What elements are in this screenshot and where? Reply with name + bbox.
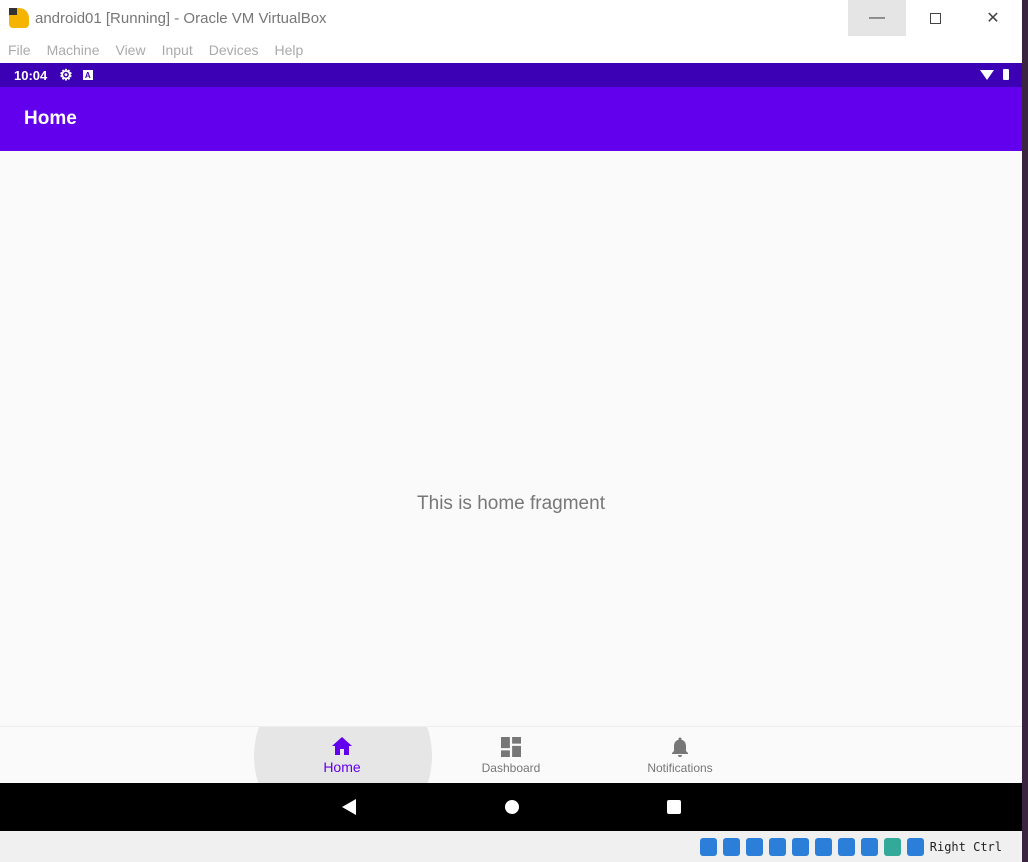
- app-bar-title: Home: [24, 108, 77, 129]
- network-icon[interactable]: [745, 837, 763, 856]
- minimize-button[interactable]: —: [848, 0, 906, 36]
- menu-machine[interactable]: Machine: [47, 42, 100, 58]
- cpu-icon[interactable]: [860, 837, 878, 856]
- bell-icon: [672, 737, 688, 757]
- home-fragment: This is home fragment: [0, 151, 1022, 726]
- guest-additions-icon[interactable]: [883, 837, 901, 856]
- nav-home[interactable]: Home: [257, 727, 427, 783]
- dashboard-icon: [501, 737, 521, 757]
- android-status-bar: 10:04 ⚙ A: [0, 63, 1022, 87]
- back-icon[interactable]: [342, 799, 356, 815]
- virtualbox-status-bar: Right Ctrl: [0, 831, 1022, 862]
- home-icon: [332, 737, 352, 755]
- audio-icon[interactable]: [722, 837, 740, 856]
- wifi-icon: [980, 70, 994, 80]
- close-icon: ✕: [986, 10, 1000, 27]
- system-navigation-bar: [0, 783, 1022, 831]
- window-titlebar: android01 [Running] - Oracle VM VirtualB…: [0, 0, 1022, 36]
- close-button[interactable]: ✕: [964, 0, 1022, 36]
- menu-devices[interactable]: Devices: [209, 42, 259, 58]
- fragment-text: This is home fragment: [417, 492, 605, 514]
- menu-help[interactable]: Help: [275, 42, 304, 58]
- menu-file[interactable]: File: [8, 42, 31, 58]
- hard-disk-icon[interactable]: [699, 837, 717, 856]
- nav-dashboard[interactable]: Dashboard: [426, 727, 596, 783]
- usb-icon[interactable]: [768, 837, 786, 856]
- mouse-icon[interactable]: [906, 837, 924, 856]
- nav-notifications[interactable]: Notifications: [595, 727, 765, 783]
- menu-bar: File Machine View Input Devices Help: [0, 36, 1022, 63]
- menu-view[interactable]: View: [115, 42, 145, 58]
- display-icon[interactable]: [814, 837, 832, 856]
- battery-icon: [1003, 69, 1009, 80]
- menu-input[interactable]: Input: [162, 42, 193, 58]
- clock: 10:04: [14, 67, 48, 83]
- recording-icon[interactable]: [837, 837, 855, 856]
- maximize-button[interactable]: [906, 0, 964, 36]
- bottom-navigation: Home Dashboard Notifications: [0, 726, 1022, 783]
- minimize-icon: —: [869, 9, 885, 26]
- host-key-label: Right Ctrl: [929, 839, 1002, 854]
- maximize-icon: [929, 12, 941, 24]
- home-circle-icon[interactable]: [505, 800, 519, 814]
- desktop-background: [1022, 0, 1028, 862]
- a-icon: A: [82, 70, 93, 80]
- shared-folders-icon[interactable]: [791, 837, 809, 856]
- window-title: android01 [Running] - Oracle VM VirtualB…: [35, 9, 327, 27]
- recents-icon[interactable]: [667, 800, 681, 814]
- gear-icon: ⚙: [59, 67, 73, 84]
- app-bar: Home: [0, 87, 1022, 151]
- virtualbox-icon: [9, 8, 29, 28]
